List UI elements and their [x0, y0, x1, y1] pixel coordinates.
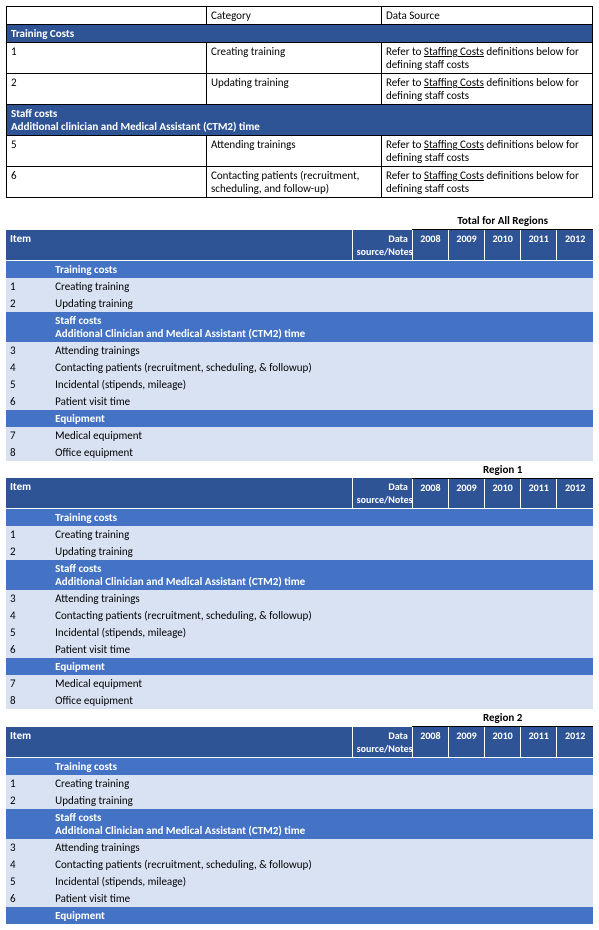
list-item: 1Creating training — [6, 526, 593, 543]
category-header: Category — [207, 7, 382, 25]
year-header: 2009 — [448, 230, 484, 261]
list-item: 6Patient visit time — [6, 890, 593, 907]
data-source-notes-header: Data source/Notes — [352, 727, 412, 758]
data-source-header: Data Source — [382, 7, 593, 25]
region-super-header: Region 2 — [6, 709, 593, 727]
list-item: 2Updating training — [6, 295, 593, 312]
table-row: 2 Updating training Refer to Staffing Co… — [7, 74, 593, 105]
row-source: Refer to Staffing Costs definitions belo… — [382, 167, 593, 198]
category-row: Equipment — [6, 907, 593, 924]
category-row: Equipment — [6, 658, 593, 675]
definitions-header-row: Category Data Source — [7, 7, 593, 25]
staffing-costs-link[interactable]: Staffing Costs — [424, 45, 484, 58]
list-item: 1Creating training — [6, 278, 593, 295]
item-header: Item — [6, 230, 51, 261]
training-costs-section: Training Costs — [7, 25, 593, 43]
region-super-header: Region 1 — [6, 461, 593, 479]
row-category: Contacting patients (recruitment, schedu… — [207, 167, 382, 198]
column-header-row: Item Data source/Notes 2008 2009 2010 20… — [6, 230, 593, 261]
category-row: Equipment — [6, 410, 593, 427]
column-header-row: Item Data source/Notes 2008 2009 2010 20… — [6, 478, 593, 509]
list-item: 5Incidental (stipends, mileage) — [6, 376, 593, 393]
row-source: Refer to Staffing Costs definitions belo… — [382, 43, 593, 74]
year-header: 2011 — [521, 727, 557, 758]
region-2-table: Region 2 Item Data source/Notes 2008 200… — [6, 709, 593, 924]
year-header: 2012 — [557, 230, 593, 261]
year-header: 2008 — [412, 727, 448, 758]
list-item: 1Creating training — [6, 775, 593, 792]
table-row: 1 Creating training Refer to Staffing Co… — [7, 43, 593, 74]
data-source-notes-header: Data source/Notes — [352, 230, 412, 261]
list-item: 4Contacting patients (recruitment, sched… — [6, 607, 593, 624]
list-item: 5Incidental (stipends, mileage) — [6, 873, 593, 890]
row-category: Attending trainings — [207, 136, 382, 167]
row-source: Refer to Staffing Costs definitions belo… — [382, 136, 593, 167]
category-row: Staff costsAdditional Clinician and Medi… — [6, 809, 593, 839]
year-header: 2012 — [557, 727, 593, 758]
row-category: Creating training — [207, 43, 382, 74]
list-item: 5Incidental (stipends, mileage) — [6, 624, 593, 641]
data-source-notes-header: Data source/Notes — [352, 478, 412, 509]
total-all-regions-table: Total for All Regions Item Data source/N… — [6, 212, 593, 461]
category-row: Staff costsAdditional Clinician and Medi… — [6, 560, 593, 590]
region-super-header: Total for All Regions — [6, 212, 593, 230]
training-costs-title: Training Costs — [7, 25, 593, 43]
region-label: Total for All Regions — [412, 212, 593, 230]
category-row: Staff costsAdditional Clinician and Medi… — [6, 312, 593, 342]
row-category: Updating training — [207, 74, 382, 105]
list-item: 7Medical equipment — [6, 427, 593, 444]
row-num: 6 — [7, 167, 207, 198]
row-num: 1 — [7, 43, 207, 74]
year-header: 2008 — [412, 478, 448, 509]
list-item: 7Medical equipment — [6, 675, 593, 692]
year-header: 2010 — [485, 727, 521, 758]
list-item: 3Attending trainings — [6, 839, 593, 856]
year-header: 2011 — [521, 478, 557, 509]
list-item: 3Attending trainings — [6, 590, 593, 607]
year-header: 2011 — [521, 230, 557, 261]
blank-header — [7, 7, 207, 25]
list-item: 6Patient visit time — [6, 393, 593, 410]
region-label: Region 2 — [412, 709, 593, 727]
list-item: 2Updating training — [6, 792, 593, 809]
list-item: 6Patient visit time — [6, 641, 593, 658]
column-header-row: Item Data source/Notes 2008 2009 2010 20… — [6, 727, 593, 758]
year-header: 2009 — [448, 727, 484, 758]
staffing-costs-link[interactable]: Staffing Costs — [424, 76, 484, 89]
definitions-table: Category Data Source Training Costs 1 Cr… — [6, 6, 593, 198]
category-row: Training costs — [6, 509, 593, 527]
year-header: 2008 — [412, 230, 448, 261]
row-num: 2 — [7, 74, 207, 105]
staff-costs-title: Staff costs Additional clinician and Med… — [7, 105, 593, 136]
list-item: 8Office equipment — [6, 692, 593, 709]
row-source: Refer to Staffing Costs definitions belo… — [382, 74, 593, 105]
staffing-costs-link[interactable]: Staffing Costs — [424, 169, 484, 182]
staff-costs-section: Staff costs Additional clinician and Med… — [7, 105, 593, 136]
region-label: Region 1 — [412, 461, 593, 479]
table-row: 5 Attending trainings Refer to Staffing … — [7, 136, 593, 167]
year-header: 2010 — [485, 230, 521, 261]
region-1-table: Region 1 Item Data source/Notes 2008 200… — [6, 461, 593, 710]
list-item: 8Office equipment — [6, 444, 593, 461]
list-item: 4Contacting patients (recruitment, sched… — [6, 856, 593, 873]
item-header: Item — [6, 478, 51, 509]
year-header: 2010 — [485, 478, 521, 509]
year-header: 2012 — [557, 478, 593, 509]
list-item: 4Contacting patients (recruitment, sched… — [6, 359, 593, 376]
list-item: 2Updating training — [6, 543, 593, 560]
item-header: Item — [6, 727, 51, 758]
category-row: Training costs — [6, 260, 593, 278]
row-num: 5 — [7, 136, 207, 167]
category-row: Training costs — [6, 757, 593, 775]
year-header: 2009 — [448, 478, 484, 509]
list-item: 3Attending trainings — [6, 342, 593, 359]
staffing-costs-link[interactable]: Staffing Costs — [424, 138, 484, 151]
table-row: 6 Contacting patients (recruitment, sche… — [7, 167, 593, 198]
